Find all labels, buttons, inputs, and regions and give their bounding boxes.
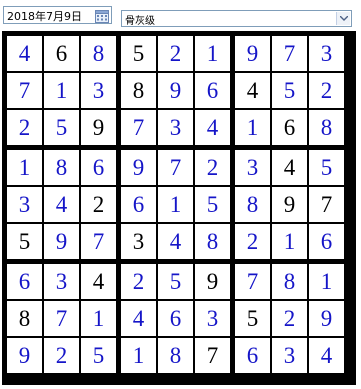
entry-cell[interactable]: 3 <box>235 150 270 185</box>
entry-cell[interactable]: 1 <box>7 150 42 185</box>
entry-cell[interactable]: 4 <box>121 301 156 336</box>
entry-cell[interactable]: 3 <box>272 338 307 373</box>
entry-cell[interactable]: 1 <box>309 264 344 299</box>
given-cell[interactable]: 6 <box>44 36 79 71</box>
entry-cell[interactable]: 9 <box>7 338 42 373</box>
entry-cell[interactable]: 5 <box>309 150 344 185</box>
level-value: 骨灰级 <box>125 16 155 27</box>
entry-cell[interactable]: 9 <box>235 36 270 71</box>
entry-cell[interactable]: 3 <box>158 110 193 145</box>
given-cell[interactable]: 4 <box>272 150 307 185</box>
entry-cell[interactable]: 6 <box>195 73 230 108</box>
sudoku-board: 4685219737138964522597341681869723453426… <box>2 31 356 385</box>
entry-cell[interactable]: 5 <box>158 264 193 299</box>
given-cell[interactable]: 5 <box>121 36 156 71</box>
entry-cell[interactable]: 8 <box>195 224 230 259</box>
entry-cell[interactable]: 5 <box>272 73 307 108</box>
toolbar: 2018年7月9日 骨灰级 <box>0 0 361 30</box>
entry-cell[interactable]: 2 <box>121 264 156 299</box>
entry-cell[interactable]: 3 <box>309 36 344 71</box>
entry-cell[interactable]: 3 <box>44 264 79 299</box>
entry-cell[interactable]: 3 <box>7 187 42 222</box>
given-cell[interactable]: 7 <box>195 338 230 373</box>
entry-cell[interactable]: 7 <box>7 73 42 108</box>
entry-cell[interactable]: 8 <box>235 187 270 222</box>
entry-cell[interactable]: 8 <box>81 36 116 71</box>
given-cell[interactable]: 4 <box>81 264 116 299</box>
entry-cell[interactable]: 5 <box>195 187 230 222</box>
entry-cell[interactable]: 8 <box>44 150 79 185</box>
date-value: 2018年7月9日 <box>7 10 82 23</box>
entry-cell[interactable]: 1 <box>44 73 79 108</box>
given-cell[interactable]: 5 <box>235 301 270 336</box>
given-cell[interactable]: 5 <box>7 224 42 259</box>
given-cell[interactable]: 9 <box>272 187 307 222</box>
entry-cell[interactable]: 1 <box>121 338 156 373</box>
entry-cell[interactable]: 9 <box>121 150 156 185</box>
entry-cell[interactable]: 2 <box>195 150 230 185</box>
entry-cell[interactable]: 9 <box>44 224 79 259</box>
entry-cell[interactable]: 6 <box>309 224 344 259</box>
entry-cell[interactable]: 6 <box>158 301 193 336</box>
given-cell[interactable]: 2 <box>81 187 116 222</box>
entry-cell[interactable]: 8 <box>309 110 344 145</box>
entry-cell[interactable]: 4 <box>7 36 42 71</box>
entry-cell[interactable]: 7 <box>272 36 307 71</box>
calendar-icon[interactable] <box>95 8 109 23</box>
entry-cell[interactable]: 2 <box>44 338 79 373</box>
entry-cell[interactable]: 2 <box>272 301 307 336</box>
entry-cell[interactable]: 7 <box>235 264 270 299</box>
entry-cell[interactable]: 4 <box>44 187 79 222</box>
given-cell[interactable]: 4 <box>235 73 270 108</box>
entry-cell[interactable]: 3 <box>81 73 116 108</box>
given-cell[interactable]: 9 <box>81 110 116 145</box>
entry-cell[interactable]: 7 <box>44 301 79 336</box>
entry-cell[interactable]: 9 <box>309 301 344 336</box>
entry-cell[interactable]: 8 <box>272 264 307 299</box>
entry-cell[interactable]: 2 <box>158 36 193 71</box>
entry-cell[interactable]: 2 <box>309 73 344 108</box>
entry-cell[interactable]: 7 <box>158 150 193 185</box>
entry-cell[interactable]: 4 <box>309 338 344 373</box>
given-cell[interactable]: 8 <box>121 73 156 108</box>
entry-cell[interactable]: 7 <box>81 224 116 259</box>
entry-cell[interactable]: 2 <box>235 224 270 259</box>
given-cell[interactable]: 9 <box>195 264 230 299</box>
entry-cell[interactable]: 1 <box>195 36 230 71</box>
given-cell[interactable]: 6 <box>272 110 307 145</box>
entry-cell[interactable]: 2 <box>7 110 42 145</box>
entry-cell[interactable]: 4 <box>158 224 193 259</box>
entry-cell[interactable]: 1 <box>235 110 270 145</box>
entry-cell[interactable]: 7 <box>121 110 156 145</box>
entry-cell[interactable]: 3 <box>195 301 230 336</box>
entry-cell[interactable]: 1 <box>158 187 193 222</box>
entry-cell[interactable]: 4 <box>195 110 230 145</box>
entry-cell[interactable]: 5 <box>44 110 79 145</box>
date-picker[interactable]: 2018年7月9日 <box>3 6 112 24</box>
entry-cell[interactable]: 5 <box>81 338 116 373</box>
entry-cell[interactable]: 1 <box>272 224 307 259</box>
chevron-down-icon[interactable] <box>336 12 350 25</box>
entry-cell[interactable]: 1 <box>81 301 116 336</box>
entry-cell[interactable]: 6 <box>7 264 42 299</box>
entry-cell[interactable]: 6 <box>121 187 156 222</box>
entry-cell[interactable]: 6 <box>81 150 116 185</box>
given-cell[interactable]: 8 <box>7 301 42 336</box>
level-select[interactable]: 骨灰级 <box>121 10 352 27</box>
entry-cell[interactable]: 8 <box>158 338 193 373</box>
entry-cell[interactable]: 6 <box>235 338 270 373</box>
given-cell[interactable]: 7 <box>309 187 344 222</box>
entry-cell[interactable]: 9 <box>158 73 193 108</box>
given-cell[interactable]: 3 <box>121 224 156 259</box>
